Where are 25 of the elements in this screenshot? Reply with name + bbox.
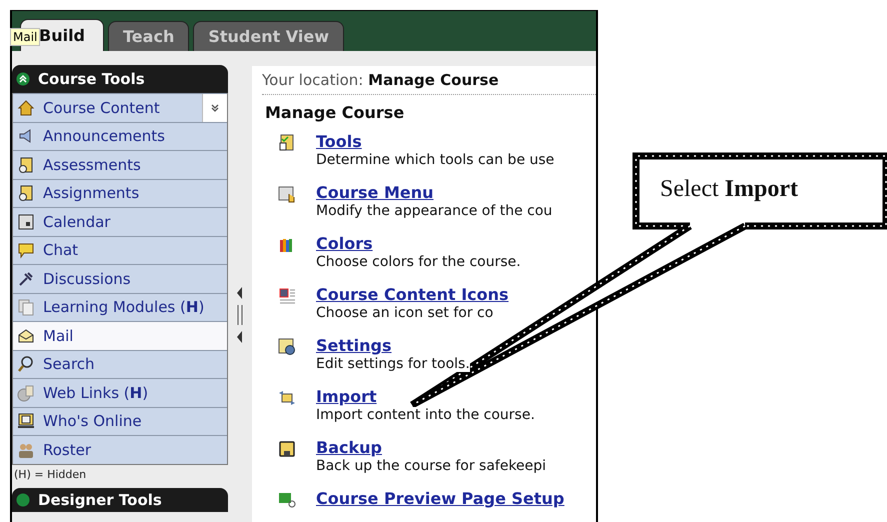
sidebar-item-label: Who's Online: [43, 412, 142, 430]
sidebar-item-label: Learning Modules (H): [43, 298, 204, 316]
sidebar-item-label: Assessments: [43, 156, 141, 174]
sidebar-item-label: Search: [43, 355, 95, 374]
tool-description: Edit settings for tools.: [316, 356, 470, 372]
sidebar-title: Designer Tools: [38, 490, 162, 508]
legend-text: (H) = Hidden: [13, 466, 88, 482]
sidebar-item-label: Assignments: [43, 184, 140, 202]
breadcrumb-value: Manage Course: [368, 71, 499, 89]
tool-description: Import content into the course.: [316, 407, 535, 423]
tooltip: Mail: [10, 28, 40, 46]
sidebar-item-label: Mail: [43, 326, 74, 345]
tool-description: Back up the course for safekeepi: [316, 458, 546, 474]
callout-text: Select Import: [660, 176, 798, 203]
sidebar-title: Course Tools: [38, 70, 145, 88]
breadcrumb-label: Your location:: [262, 71, 364, 89]
sidebar-item-label: Announcements: [43, 127, 165, 146]
sidebar-item-label: Discussions: [43, 270, 131, 288]
sidebar-item-label: Chat: [43, 241, 78, 260]
sidebar-item-label: Web Links (H): [43, 384, 148, 402]
tool-description: Modify the appearance of the cou: [316, 203, 552, 219]
sidebar-item-label: Calendar: [43, 212, 110, 231]
sidebar-item-label: Roster: [43, 440, 92, 459]
page-heading: Manage Course: [265, 103, 406, 122]
sidebar-item-label: Course Content: [43, 98, 160, 117]
